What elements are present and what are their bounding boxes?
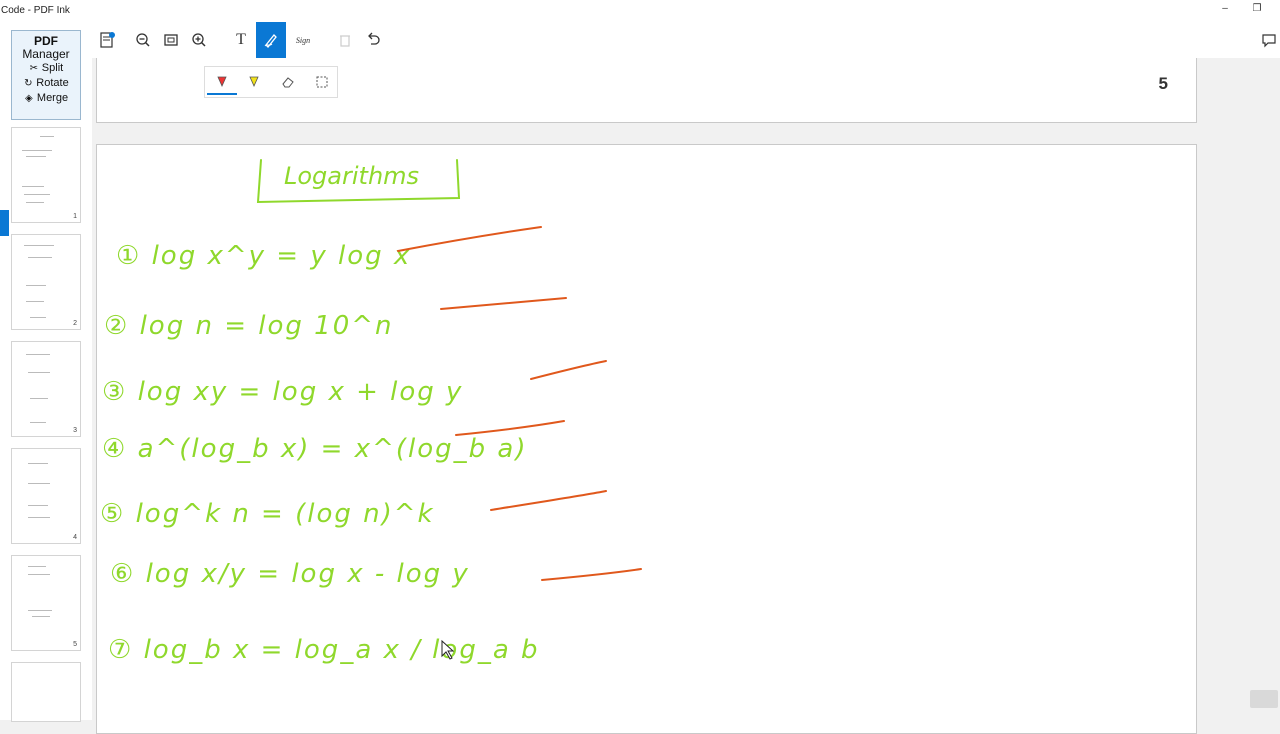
restore-button[interactable]: ❐ (1247, 3, 1267, 19)
undo-icon (368, 32, 380, 45)
page-thumbnail-6[interactable] (11, 662, 81, 722)
pen-tool-button[interactable] (256, 22, 286, 58)
layers-icon: ◈ (25, 93, 33, 104)
undo-button[interactable] (358, 22, 388, 58)
eraser-icon (282, 77, 294, 88)
fit-page-button[interactable] (156, 22, 186, 58)
pen-options-bar (204, 66, 338, 98)
page-thumbnail-5[interactable]: 5 (11, 555, 81, 651)
zoom-out-icon (136, 33, 150, 47)
current-page-indicator (0, 210, 9, 236)
highlighter-icon (249, 76, 259, 87)
title-bar: Code - PDF Ink ‒ ❐ (0, 0, 1280, 22)
fit-page-icon (164, 34, 178, 46)
lasso-select-button[interactable] (307, 67, 337, 97)
red-underline-3 (530, 360, 607, 380)
scroll-corner (1250, 690, 1278, 708)
page-thumbnail-4[interactable]: 4 (11, 448, 81, 544)
merge-button[interactable]: ◈ Merge (12, 91, 80, 106)
lasso-select-icon (316, 76, 328, 88)
selected-tool-underline (207, 93, 237, 95)
scissors-icon: ✂ (29, 63, 38, 74)
thumbnail-number: 4 (73, 534, 77, 541)
page-thumbnail-3[interactable]: 3 (11, 341, 81, 437)
red-underline-1 (397, 226, 542, 252)
comment-icon (1262, 34, 1276, 48)
pdf-manager-subtitle: Manager (22, 47, 70, 61)
thumbnail-number: 1 (73, 213, 77, 220)
comments-button[interactable] (1254, 22, 1280, 58)
red-underline-5 (490, 490, 607, 511)
rotate-button[interactable]: ↻ Rotate (12, 76, 80, 91)
rotate-label: Rotate (36, 77, 69, 89)
split-button[interactable]: ✂ Split (12, 61, 80, 76)
red-underline-6 (541, 568, 642, 581)
formula-5: ⑤ log^k n = (log n)^k (100, 499, 435, 529)
text-tool-button[interactable]: T (226, 22, 256, 58)
page-thumbnail-1[interactable]: 1 (11, 127, 81, 223)
red-underline-4 (455, 420, 565, 436)
zoom-in-icon (192, 33, 206, 47)
document-icon (100, 32, 115, 48)
page-number: 5 (1158, 74, 1168, 93)
handwritten-notes-canvas[interactable]: Logarithms ① log x^y = y log x ② log n =… (96, 144, 1197, 720)
formula-6: ⑥ log x/y = log x - log y (110, 559, 470, 589)
sign-icon: Sign (295, 35, 311, 45)
delete-icon (340, 35, 350, 47)
formula-7: ⑦ log_b x = log_a x / log_a b (108, 635, 540, 665)
rotate-icon: ↻ (24, 78, 33, 89)
notes-heading: Logarithms (284, 162, 419, 190)
formula-2: ② log n = log 10^n (104, 311, 394, 341)
thumbnail-sidebar: PDF Manager ✂ Split ↻ Rotate ◈ Merge 1 2 3 … (0, 22, 92, 722)
thumbnail-number: 3 (73, 427, 77, 434)
formula-4: ④ a^(log_b x) = x^(log_b a) (102, 434, 527, 464)
highlighter-button[interactable] (239, 67, 269, 97)
window-title: Code - PDF Ink (1, 5, 70, 16)
red-pen-icon (217, 76, 227, 87)
thumbnail-number: 5 (73, 641, 77, 648)
pen-icon (264, 34, 277, 48)
sign-tool-button[interactable]: Sign (288, 22, 318, 58)
minimize-button[interactable]: ‒ (1215, 3, 1235, 19)
thumbnail-number: 2 (73, 320, 77, 327)
document-button[interactable] (92, 22, 122, 58)
formula-3: ③ log xy = log x + log y (102, 377, 463, 407)
page-thumbnail-2[interactable]: 2 (11, 234, 81, 330)
pdf-manager-panel[interactable]: PDF Manager ✂ Split ↻ Rotate ◈ Merge (11, 30, 81, 120)
split-label: Split (41, 62, 64, 74)
zoom-in-button[interactable] (184, 22, 214, 58)
zoom-out-button[interactable] (128, 22, 158, 58)
formula-1: ① log x^y = y log x (116, 241, 411, 271)
merge-label: Merge (36, 92, 69, 104)
red-underline-2 (440, 297, 567, 310)
delete-button[interactable] (330, 22, 360, 58)
toolbar: T Sign (92, 22, 1280, 58)
eraser-button[interactable] (273, 67, 303, 97)
